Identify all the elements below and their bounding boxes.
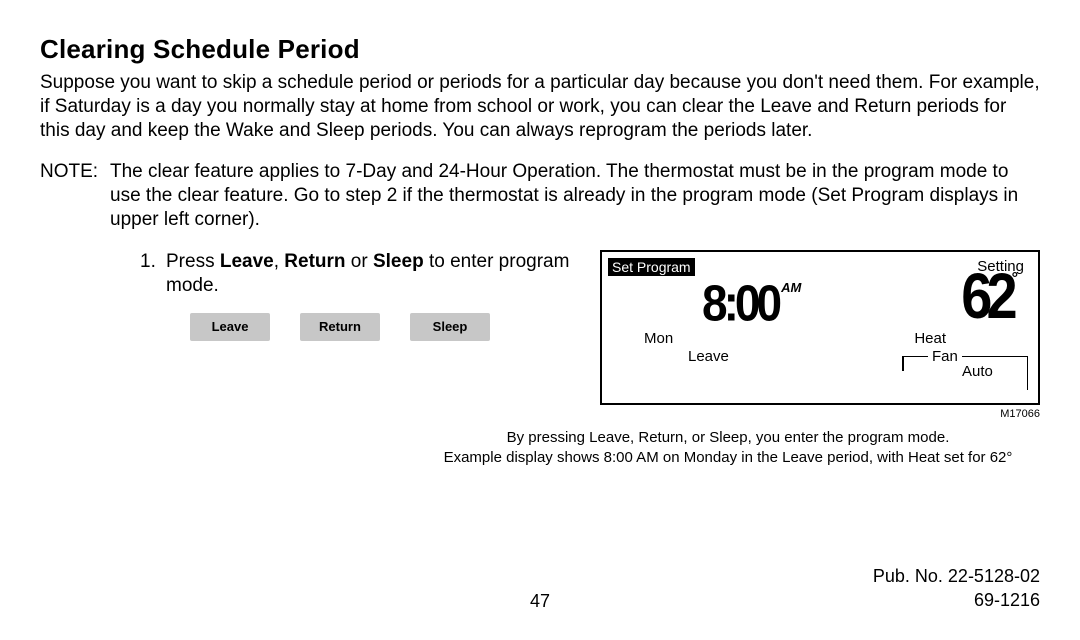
time-block: 8:00 AM — [702, 276, 801, 330]
lcd-figure: Set Program Setting 8:00 AM 62 ° Mon Lea… — [600, 250, 1040, 420]
step-number: 1. — [140, 250, 166, 299]
lcd-screen: Set Program Setting 8:00 AM 62 ° Mon Lea… — [600, 250, 1040, 405]
text: or — [346, 251, 373, 272]
fan-mode: Auto — [962, 363, 993, 380]
button-bar: Leave Return Sleep — [190, 313, 600, 341]
system-label: Heat — [914, 330, 946, 347]
step-row: 1. Press Leave, Return or Sleep to enter… — [40, 250, 1040, 420]
leave-button[interactable]: Leave — [190, 313, 270, 341]
set-program-badge: Set Program — [608, 258, 695, 276]
bold-sleep: Sleep — [373, 251, 424, 272]
figure-code: M17066 — [600, 408, 1040, 420]
step-text: Press Leave, Return or Sleep to enter pr… — [166, 250, 600, 299]
time-value: 8:00 — [702, 273, 778, 332]
page-footer: 47 Pub. No. 22-5128-02 69-1216 — [40, 565, 1040, 612]
step-1: 1. Press Leave, Return or Sleep to enter… — [140, 250, 600, 299]
caption-line-1: By pressing Leave, Return, or Sleep, you… — [507, 429, 950, 446]
period-label: Leave — [688, 348, 729, 365]
note-label: NOTE: — [40, 160, 110, 231]
fan-label: Fan — [928, 348, 962, 365]
degree-icon: ° — [1012, 270, 1018, 288]
note-block: NOTE: The clear feature applies to 7-Day… — [40, 160, 1040, 231]
section-heading: Clearing Schedule Period — [40, 34, 1040, 65]
doc-number: 69-1216 — [873, 589, 1040, 612]
ampm-label: AM — [781, 280, 801, 295]
text: Press — [166, 251, 220, 272]
manual-page: Clearing Schedule Period Suppose you wan… — [0, 0, 1080, 640]
pub-number: Pub. No. 22-5128-02 — [873, 565, 1040, 588]
return-button[interactable]: Return — [300, 313, 380, 341]
note-body: The clear feature applies to 7-Day and 2… — [110, 160, 1040, 231]
bold-leave: Leave — [220, 251, 274, 272]
page-number: 47 — [530, 591, 550, 612]
sleep-button[interactable]: Sleep — [410, 313, 490, 341]
fan-box: Fan Auto — [902, 356, 1028, 390]
temp-value: 62 — [961, 263, 1011, 327]
figure-caption: By pressing Leave, Return, or Sleep, you… — [420, 428, 1040, 469]
text: , — [274, 251, 285, 272]
temp-block: 62 ° — [961, 268, 1018, 324]
caption-line-2: Example display shows 8:00 AM on Monday … — [444, 449, 1013, 466]
bold-return: Return — [284, 251, 345, 272]
day-label: Mon — [644, 330, 673, 347]
intro-paragraph: Suppose you want to skip a schedule peri… — [40, 71, 1040, 142]
